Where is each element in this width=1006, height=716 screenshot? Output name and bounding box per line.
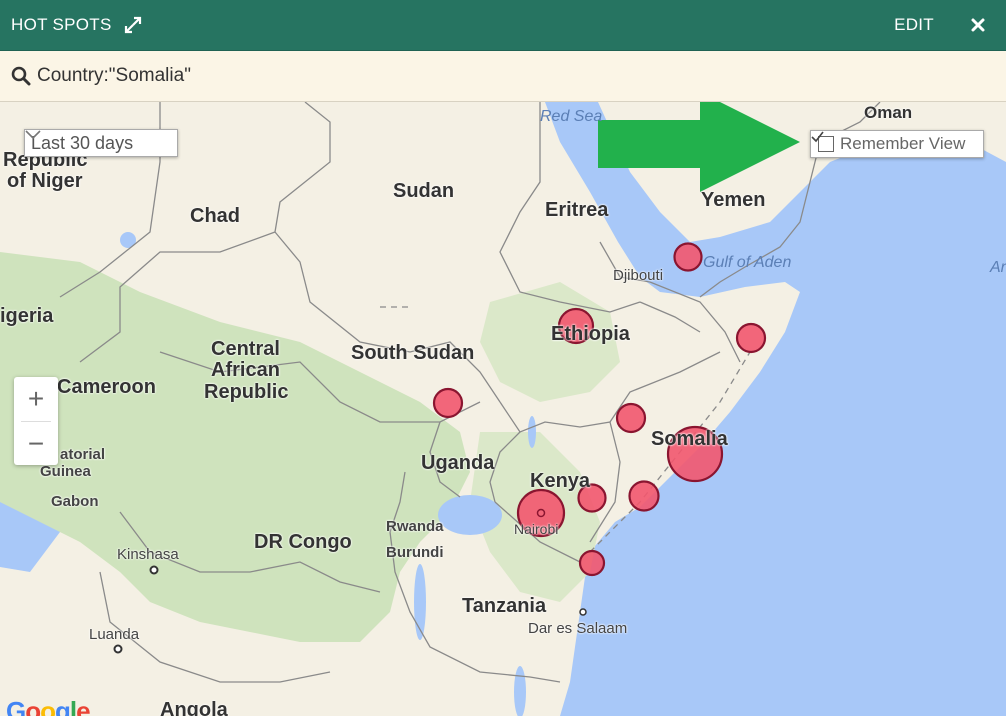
widget-title: HOT SPOTS [11, 15, 112, 34]
label-red-sea: Red Sea [540, 108, 603, 125]
label-eq-guinea-1: atorial [60, 446, 106, 463]
date-range-select[interactable]: Last 30 days [24, 129, 178, 157]
date-range-value: Last 30 days [31, 132, 134, 153]
lake-malawi [514, 666, 526, 716]
label-somalia: Somalia [651, 428, 728, 450]
label-car-1: Central [211, 338, 280, 360]
label-rwanda: Rwanda [386, 518, 444, 535]
label-car-3: Republic [204, 381, 289, 403]
remember-view-label: Remember View [840, 134, 966, 153]
expand-icon[interactable] [124, 16, 142, 34]
hotspot-circle[interactable] [673, 242, 703, 272]
label-dr-congo: DR Congo [254, 531, 352, 553]
label-uganda: Uganda [421, 452, 495, 474]
google-logo[interactable]: Google [6, 696, 91, 716]
label-kinshasa: Kinshasa [117, 546, 179, 563]
zoom-control: + − [14, 377, 58, 465]
label-nigeria: igeria [0, 305, 54, 327]
hotspot-circle[interactable] [735, 322, 767, 354]
label-arabian-sea: Ar [990, 259, 1006, 276]
header-left: HOT SPOTS [11, 15, 142, 35]
label-eritrea: Eritrea [545, 199, 609, 221]
search-icon [11, 66, 31, 86]
close-icon[interactable] [970, 17, 986, 33]
zoom-in-button[interactable]: + [14, 377, 58, 421]
label-gabon: Gabon [51, 493, 99, 510]
search-query[interactable]: Country:"Somalia" [37, 65, 191, 87]
label-oman: Oman [864, 103, 913, 122]
label-cameroon: Cameroon [57, 376, 156, 398]
label-tanzania: Tanzania [462, 595, 547, 617]
lake-turkana [528, 416, 536, 448]
dar-es-salaam-dot [579, 608, 587, 616]
remember-view-toggle[interactable]: Remember View [810, 130, 984, 158]
label-car-2: African [211, 359, 280, 381]
kinshasa-dot [149, 565, 159, 575]
check-icon [811, 131, 824, 143]
label-south-sudan: South Sudan [351, 342, 475, 364]
hotspot-circle[interactable] [578, 549, 606, 577]
label-yemen: Yemen [701, 189, 766, 211]
label-angola: Angola [160, 699, 228, 716]
label-djibouti: Djibouti [613, 267, 664, 284]
label-niger-2: of Niger [7, 170, 83, 192]
widget-header: HOT SPOTS EDIT [0, 0, 1006, 51]
label-ethiopia: Ethiopia [551, 323, 630, 345]
label-kenya: Kenya [530, 470, 591, 492]
remember-view-checkbox[interactable] [811, 131, 834, 152]
hotspot-circle[interactable] [432, 387, 464, 419]
hotspot-circle[interactable] [615, 402, 647, 434]
lake-victoria [438, 495, 502, 535]
luanda-dot [113, 644, 123, 654]
header-right: EDIT [894, 15, 996, 35]
label-dar-es-salaam: Dar es Salaam [528, 620, 628, 637]
label-nairobi: Nairobi [514, 521, 559, 537]
edit-button[interactable]: EDIT [894, 15, 934, 35]
label-sudan: Sudan [393, 180, 455, 202]
label-chad: Chad [190, 205, 240, 227]
hotspot-circle[interactable] [628, 480, 660, 512]
label-gulf-of-aden: Gulf of Aden [703, 254, 792, 271]
label-burundi: Burundi [386, 544, 444, 561]
label-luanda: Luanda [89, 626, 140, 643]
search-bar[interactable]: Country:"Somalia" [0, 51, 1006, 102]
map-canvas[interactable]: Red Sea Gulf of Aden Ar Republic of Nige… [0, 102, 1006, 716]
zoom-out-button[interactable]: − [14, 422, 58, 466]
map-base [0, 102, 1006, 716]
